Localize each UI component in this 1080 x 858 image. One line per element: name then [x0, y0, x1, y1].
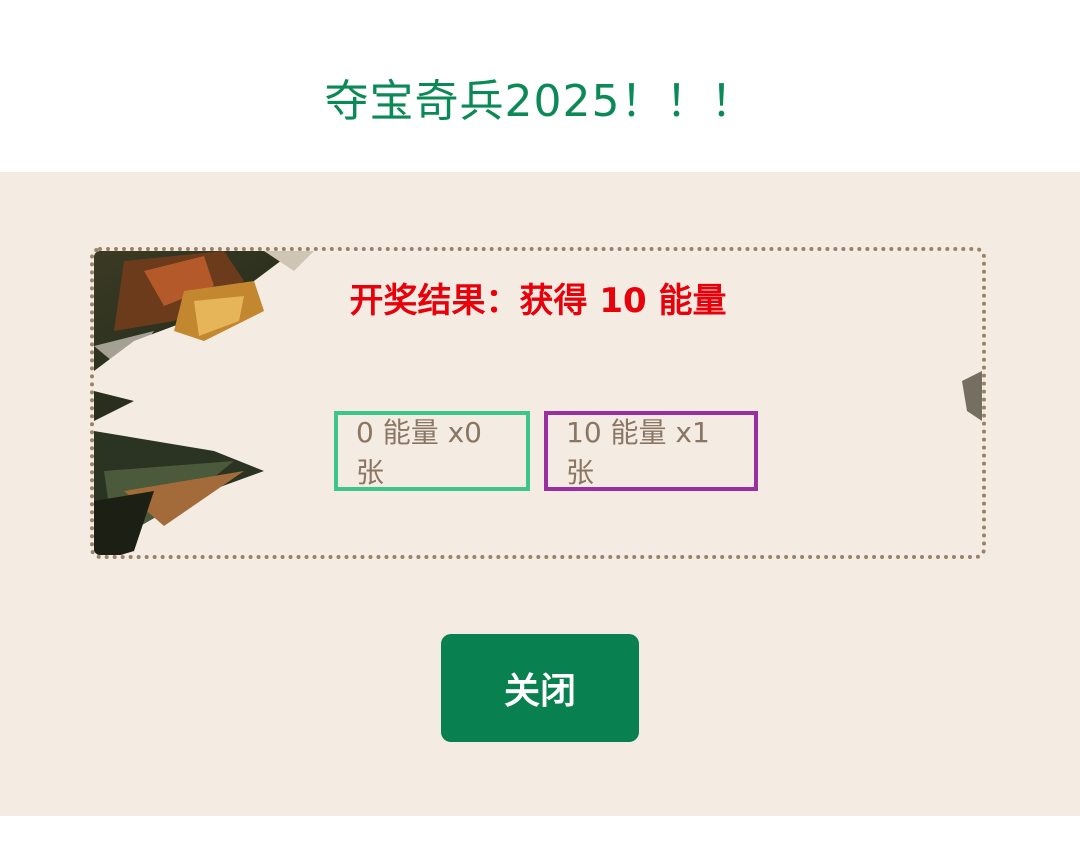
dialog-footer: [0, 816, 1080, 858]
prize-tier-chip[interactable]: 0 能量 x0张: [334, 411, 530, 491]
decorative-artwork-fragment: [952, 371, 982, 431]
dialog-header: 夺宝奇兵2025！！！: [0, 0, 1080, 172]
prize-tier-chip[interactable]: 10 能量 x1张: [544, 411, 758, 491]
result-text: 开奖结果：获得 10 能量: [349, 281, 727, 321]
dialog-body: 开奖结果：获得 10 能量 0 能量 x0张 10 能量 x1张 关闭: [0, 172, 1080, 816]
prize-tier-list: 0 能量 x0张 10 能量 x1张: [334, 411, 758, 491]
close-button[interactable]: 关闭: [441, 634, 639, 742]
lottery-result-dialog: 夺宝奇兵2025！！！ 开奖结果：获得 10 能量 0 能量 x0张 10 能量…: [0, 0, 1080, 858]
dialog-title: 夺宝奇兵2025！！！: [324, 76, 756, 127]
result-card: 开奖结果：获得 10 能量 0 能量 x0张 10 能量 x1张: [90, 247, 986, 559]
